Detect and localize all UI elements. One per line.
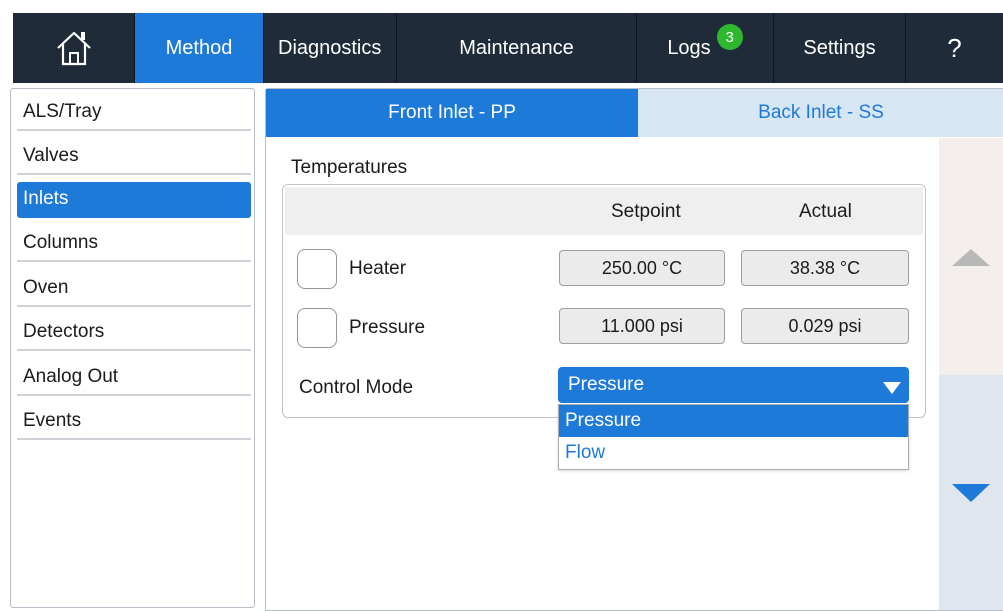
- sidebar-item-events[interactable]: Events: [17, 404, 251, 440]
- control-mode-select[interactable]: Pressure: [558, 367, 909, 403]
- sidebar-item-label: Oven: [23, 277, 69, 298]
- pressure-checkbox[interactable]: [297, 308, 337, 348]
- option-flow[interactable]: Flow: [559, 437, 908, 469]
- sidebar-item-label: Valves: [23, 145, 79, 166]
- tab-back-inlet-label: Back Inlet - SS: [758, 102, 884, 123]
- nav-settings-label: Settings: [803, 36, 876, 59]
- pressure-actual-value: 0.029 psi: [741, 308, 909, 344]
- heater-label: Heater: [349, 258, 407, 279]
- sidebar-item-label: Analog Out: [23, 366, 119, 387]
- sidebar-item-columns[interactable]: Columns: [17, 226, 251, 262]
- home-icon: [57, 31, 91, 66]
- top-nav-bar: Method Diagnostics Maintenance Logs 3 Se…: [13, 13, 1003, 83]
- inlet-panel: Front Inlet - PP Back Inlet - SS Tempera…: [265, 88, 1003, 611]
- actual-header: Actual: [799, 201, 852, 222]
- table-header: Setpoint Actual: [285, 187, 923, 235]
- help-icon: ?: [947, 32, 962, 63]
- heater-setpoint-field[interactable]: 250.00 °C: [559, 250, 725, 286]
- nav-logs-label: Logs: [667, 36, 711, 59]
- heater-actual-value: 38.38 °C: [741, 250, 909, 286]
- control-mode-value: Pressure: [568, 374, 645, 395]
- nav-method[interactable]: Method: [135, 13, 263, 83]
- scroll-down-button[interactable]: [939, 375, 1003, 610]
- tab-front-inlet-label: Front Inlet - PP: [388, 102, 516, 123]
- triangle-up-icon: [952, 249, 990, 266]
- sidebar-item-valves[interactable]: Valves: [17, 139, 251, 175]
- sidebar-item-detectors[interactable]: Detectors: [17, 315, 251, 351]
- nav-diagnostics-label: Diagnostics: [278, 36, 382, 59]
- scroll-up-button[interactable]: [939, 138, 1003, 375]
- tab-front-inlet[interactable]: Front Inlet - PP: [266, 89, 638, 137]
- sidebar-item-label: Columns: [23, 232, 98, 253]
- control-mode-dropdown: Pressure Flow: [558, 404, 909, 470]
- help-button[interactable]: ?: [906, 13, 1003, 83]
- sidebar: ALS/Tray Valves Inlets Columns Oven Dete…: [10, 88, 255, 608]
- scroll-controls: [939, 138, 1003, 610]
- sidebar-item-analog-out[interactable]: Analog Out: [17, 360, 251, 396]
- sidebar-item-label: Events: [23, 410, 82, 431]
- triangle-down-icon: [952, 484, 990, 502]
- nav-diagnostics[interactable]: Diagnostics: [264, 13, 396, 83]
- section-title: Temperatures: [291, 157, 408, 178]
- pressure-setpoint-field[interactable]: 11.000 psi: [559, 308, 725, 344]
- sidebar-item-label: Inlets: [23, 188, 69, 209]
- nav-method-label: Method: [165, 36, 233, 59]
- sidebar-item-oven[interactable]: Oven: [17, 271, 251, 307]
- control-mode-label: Control Mode: [299, 377, 414, 398]
- option-pressure[interactable]: Pressure: [559, 405, 908, 437]
- nav-maintenance[interactable]: Maintenance: [397, 13, 636, 83]
- sidebar-item-inlets[interactable]: Inlets: [17, 182, 251, 218]
- sidebar-item-label: ALS/Tray: [23, 101, 102, 122]
- nav-settings[interactable]: Settings: [774, 13, 905, 83]
- home-button[interactable]: [13, 13, 135, 83]
- heater-checkbox[interactable]: [297, 249, 337, 289]
- setpoint-header: Setpoint: [611, 201, 681, 222]
- logs-count-badge: 3: [716, 24, 743, 50]
- tab-back-inlet[interactable]: Back Inlet - SS: [638, 89, 1003, 137]
- chevron-down-icon: [883, 382, 901, 394]
- nav-logs[interactable]: Logs 3: [637, 13, 773, 83]
- sidebar-item-als-tray[interactable]: ALS/Tray: [17, 95, 251, 131]
- pressure-label: Pressure: [349, 317, 426, 338]
- nav-maintenance-label: Maintenance: [459, 36, 574, 59]
- sidebar-item-label: Detectors: [23, 321, 105, 342]
